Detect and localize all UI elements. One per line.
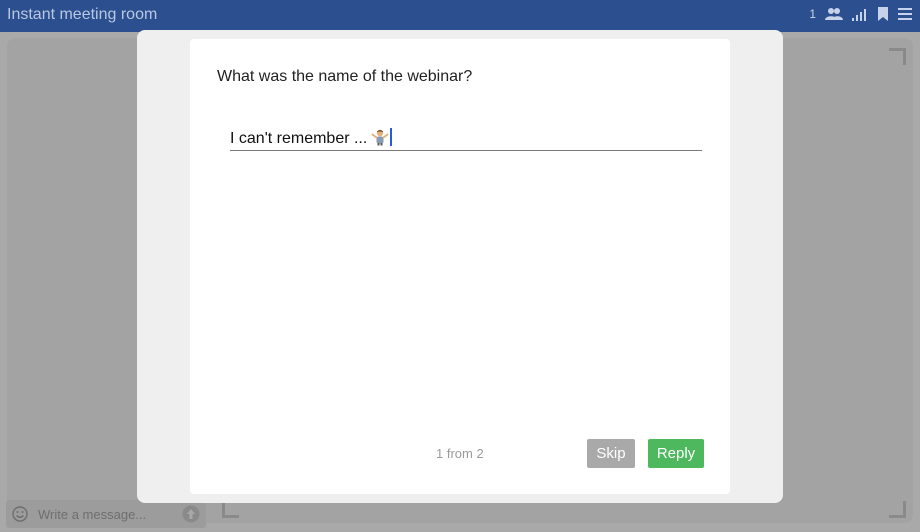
emoji-icon[interactable] xyxy=(12,506,28,527)
text-caret xyxy=(390,128,392,146)
participants-count: 1 xyxy=(809,7,816,21)
corner-bracket xyxy=(889,48,906,65)
corner-bracket xyxy=(889,501,906,518)
participants-icon[interactable] xyxy=(825,7,843,21)
bookmark-icon[interactable] xyxy=(877,7,889,21)
message-bar[interactable]: Write a message... xyxy=(6,500,206,528)
send-icon[interactable] xyxy=(182,505,200,528)
question-text: What was the name of the webinar? xyxy=(217,68,473,85)
question-card: What was the name of the webinar? I can'… xyxy=(190,39,730,494)
person-shrugging-icon xyxy=(371,128,389,151)
skip-button[interactable]: Skip xyxy=(587,439,635,468)
answer-value[interactable]: I can't remember ... xyxy=(230,128,392,151)
question-pager: 1 from 2 xyxy=(436,446,484,461)
reply-button[interactable]: Reply xyxy=(648,439,704,468)
signal-icon[interactable] xyxy=(852,8,868,21)
corner-bracket xyxy=(222,501,239,518)
answer-text: I can't remember ... xyxy=(230,130,368,147)
room-title: Instant meeting room xyxy=(7,6,158,23)
menu-icon[interactable] xyxy=(898,8,912,20)
question-modal: What was the name of the webinar? I can'… xyxy=(137,30,783,503)
top-bar: Instant meeting room 1 xyxy=(0,0,920,32)
top-bar-actions: 1 xyxy=(809,7,912,21)
answer-input[interactable]: I can't remember ... xyxy=(230,126,702,151)
message-input[interactable]: Write a message... xyxy=(38,507,146,522)
